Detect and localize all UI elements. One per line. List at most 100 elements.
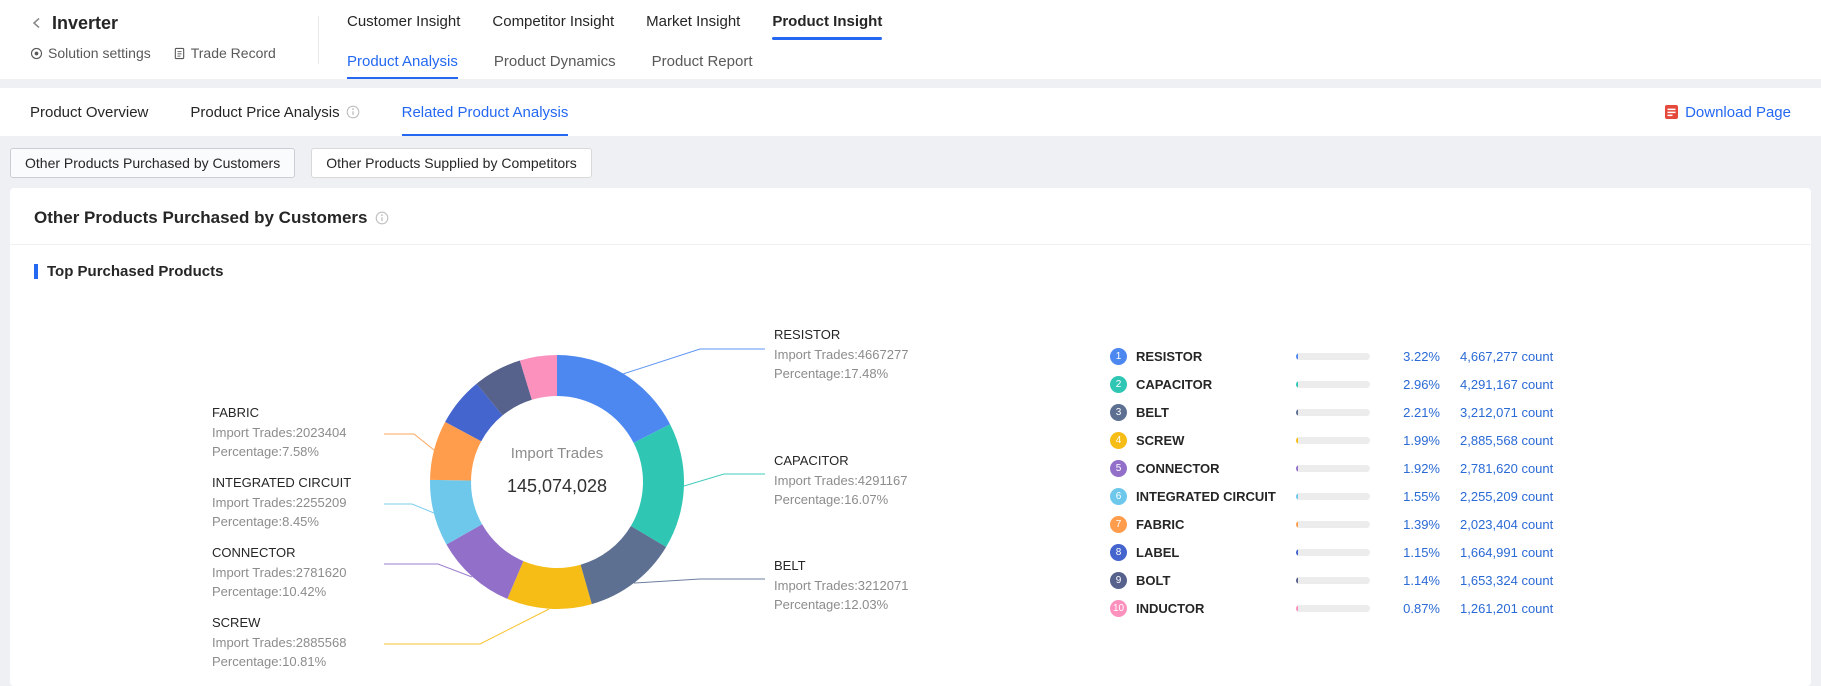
- donut-slice-capacitor[interactable]: [631, 424, 684, 547]
- filter-chips: Other Products Purchased by Customers Ot…: [10, 148, 1811, 178]
- ranked-product-row[interactable]: 5CONNECTOR1.92%2,781,620 count: [1110, 454, 1620, 482]
- trade-count: 1,664,991 count: [1460, 545, 1620, 560]
- tab-product-overview-label: Product Overview: [30, 104, 148, 121]
- rank-badge: 4: [1110, 432, 1127, 449]
- header-left: Inverter Solution settings Trade Record: [0, 0, 318, 79]
- trade-count: 1,261,201 count: [1460, 601, 1620, 616]
- download-page-button[interactable]: Download Page: [1664, 104, 1791, 121]
- trade-count: 3,212,071 count: [1460, 405, 1620, 420]
- product-name: INDUCTOR: [1136, 601, 1296, 616]
- ranked-product-row[interactable]: 9BOLT1.14%1,653,324 count: [1110, 566, 1620, 594]
- trade-count: 4,667,277 count: [1460, 349, 1620, 364]
- trade-count: 2,781,620 count: [1460, 461, 1620, 476]
- callout-trades: Import Trades:2023404: [212, 423, 402, 442]
- tab-product-analysis[interactable]: Product Analysis: [347, 43, 458, 79]
- product-name: RESISTOR: [1136, 349, 1296, 364]
- callout-trades: Import Trades:2781620: [212, 563, 402, 582]
- share-bar: [1296, 465, 1370, 472]
- info-icon[interactable]: [375, 211, 389, 225]
- callout-percentage: Percentage:10.42%: [212, 582, 402, 601]
- rank-badge: 2: [1110, 376, 1127, 393]
- tab-product-insight[interactable]: Product Insight: [772, 0, 882, 43]
- section-accent-bar: [34, 264, 38, 279]
- ranked-product-row[interactable]: 4SCREW1.99%2,885,568 count: [1110, 426, 1620, 454]
- ranked-product-row[interactable]: 8LABEL1.15%1,664,991 count: [1110, 538, 1620, 566]
- section-title: Top Purchased Products: [47, 263, 223, 280]
- share-bar: [1296, 353, 1370, 360]
- ranked-product-row[interactable]: 1RESISTOR3.22%4,667,277 count: [1110, 342, 1620, 370]
- rank-badge: 6: [1110, 488, 1127, 505]
- share-bar: [1296, 381, 1370, 388]
- share-bar: [1296, 549, 1370, 556]
- back-button[interactable]: [30, 16, 44, 30]
- tab-related-product-analysis[interactable]: Related Product Analysis: [402, 88, 569, 136]
- callout-percentage: Percentage:17.48%: [774, 364, 964, 383]
- share-bar-fill: [1296, 577, 1298, 584]
- ranked-product-row[interactable]: 10 INDUCTOR 0.87% 1,261,201 count: [1110, 594, 1620, 622]
- share-bar-fill: [1296, 521, 1298, 528]
- share-percent: 1.39%: [1384, 517, 1440, 532]
- ranked-product-row[interactable]: 6INTEGRATED CIRCUIT1.55%2,255,209 count: [1110, 482, 1620, 510]
- ranked-product-row[interactable]: 3 BELT 2.21% 3,212,071 count: [1110, 398, 1620, 426]
- trade-record-label: Trade Record: [191, 45, 276, 61]
- share-percent: 1.14%: [1384, 573, 1440, 588]
- callout-name: CAPACITOR: [774, 453, 964, 468]
- callout-leader-line: [623, 349, 765, 374]
- share-bar-fill: [1296, 549, 1298, 556]
- tab-competitor-insight[interactable]: Competitor Insight: [492, 0, 614, 43]
- tab-product-price-analysis-label: Product Price Analysis: [190, 104, 339, 121]
- callout-integrated-circuit: INTEGRATED CIRCUIT Import Trades:2255209…: [212, 475, 402, 531]
- panel-title: Other Products Purchased by Customers: [34, 208, 367, 228]
- product-name: CONNECTOR: [1136, 461, 1296, 476]
- tab-product-overview[interactable]: Product Overview: [30, 88, 148, 136]
- share-bar-fill: [1296, 437, 1298, 444]
- product-name: LABEL: [1136, 545, 1296, 560]
- solution-settings-button[interactable]: Solution settings: [30, 45, 151, 61]
- callout-name: FABRIC: [212, 405, 402, 420]
- share-percent: 2.96%: [1384, 377, 1440, 392]
- callout-leader-line: [634, 579, 765, 583]
- share-bar: [1296, 409, 1370, 416]
- trade-count: 4,291,167 count: [1460, 377, 1620, 392]
- rank-badge: 10: [1110, 600, 1127, 617]
- page-title: Inverter: [52, 13, 118, 34]
- tab-product-price-analysis[interactable]: Product Price Analysis: [190, 88, 359, 136]
- chevron-left-icon: [30, 16, 44, 30]
- pdf-download-icon: [1664, 104, 1679, 120]
- share-bar-fill: [1296, 493, 1298, 500]
- product-name: INTEGRATED CIRCUIT: [1136, 489, 1296, 504]
- product-name: FABRIC: [1136, 517, 1296, 532]
- rank-badge: 9: [1110, 572, 1127, 589]
- product-name: BELT: [1136, 405, 1296, 420]
- callout-name: RESISTOR: [774, 327, 964, 342]
- callout-resistor: RESISTOR Import Trades:4667277 Percentag…: [774, 327, 964, 383]
- callout-trades: Import Trades:3212071: [774, 576, 964, 595]
- share-percent: 2.21%: [1384, 405, 1440, 420]
- donut-slice-resistor[interactable]: [557, 355, 670, 443]
- callout-trades: Import Trades:4291167: [774, 471, 964, 490]
- trade-count: 2,885,568 count: [1460, 433, 1620, 448]
- share-bar: [1296, 493, 1370, 500]
- chip-purchased-by-customers[interactable]: Other Products Purchased by Customers: [10, 148, 295, 178]
- ranked-product-row[interactable]: 2CAPACITOR2.96%4,291,167 count: [1110, 370, 1620, 398]
- rank-badge: 3: [1110, 404, 1127, 421]
- share-bar-fill: [1296, 465, 1298, 472]
- tab-customer-insight[interactable]: Customer Insight: [347, 0, 460, 43]
- secondary-tabs: Product Analysis Product Dynamics Produc…: [347, 43, 882, 79]
- ranked-product-row[interactable]: 7FABRIC1.39%2,023,404 count: [1110, 510, 1620, 538]
- share-percent: 1.15%: [1384, 545, 1440, 560]
- callout-trades: Import Trades:2885568: [212, 633, 402, 652]
- info-icon[interactable]: [346, 105, 360, 119]
- trade-count: 2,023,404 count: [1460, 517, 1620, 532]
- tab-market-insight[interactable]: Market Insight: [646, 0, 740, 43]
- callout-leader-line: [384, 609, 549, 644]
- chip-supplied-by-competitors[interactable]: Other Products Supplied by Competitors: [311, 148, 592, 178]
- callout-percentage: Percentage:7.58%: [212, 442, 402, 461]
- share-percent: 0.87%: [1384, 601, 1440, 616]
- tab-product-dynamics[interactable]: Product Dynamics: [494, 43, 616, 79]
- callout-percentage: Percentage:8.45%: [212, 512, 402, 531]
- gear-icon: [30, 47, 43, 60]
- trade-record-button[interactable]: Trade Record: [173, 45, 276, 61]
- share-bar-fill: [1296, 605, 1298, 612]
- tab-product-report[interactable]: Product Report: [652, 43, 753, 79]
